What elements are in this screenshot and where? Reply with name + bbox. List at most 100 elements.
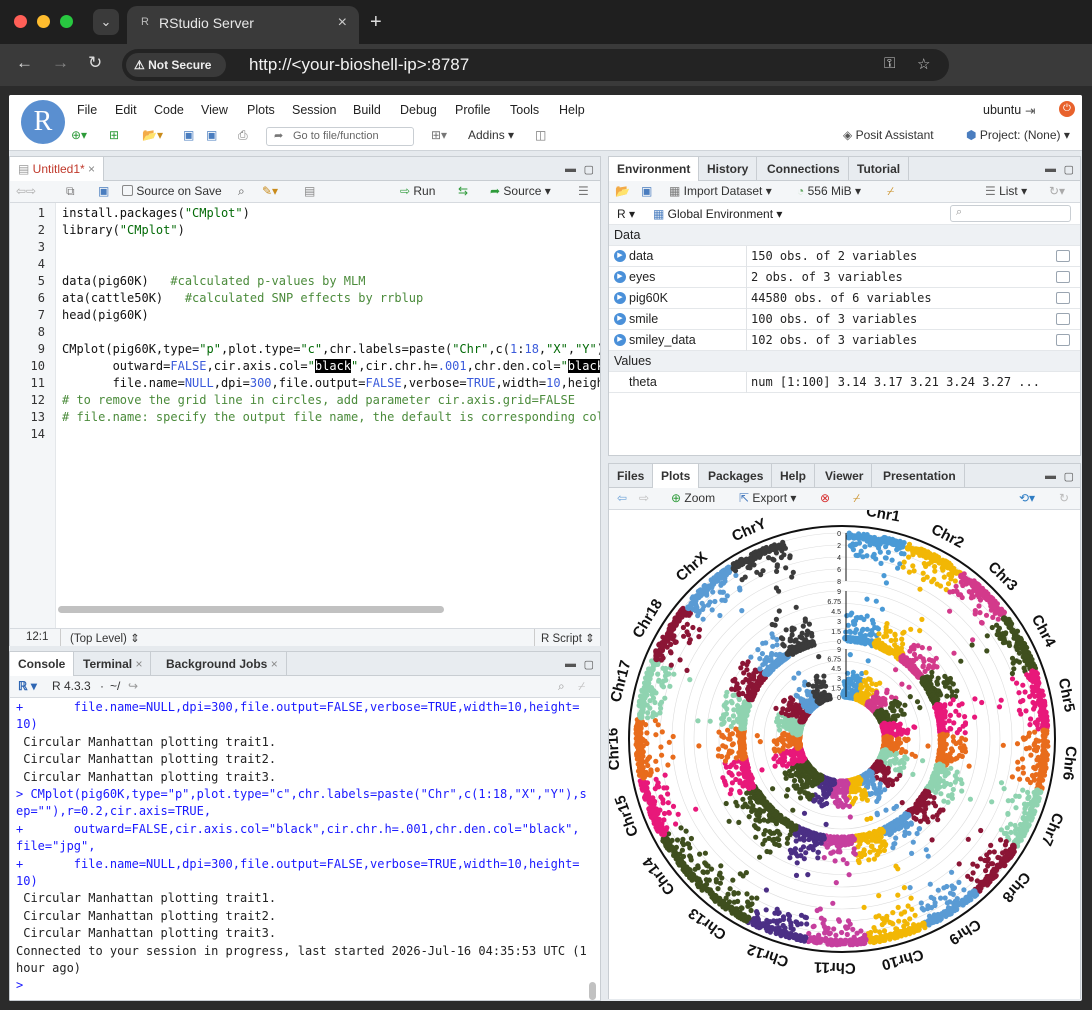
minimize-pane-icon[interactable]: ▬ bbox=[565, 658, 576, 670]
save-icon[interactable]: ▣ bbox=[183, 128, 194, 142]
go-to-dir-icon[interactable]: ↪ bbox=[128, 679, 138, 693]
console-output[interactable]: + file.name=NULL,dpi=300,file.output=FAL… bbox=[10, 698, 600, 1001]
maximize-pane-icon[interactable]: ▢ bbox=[584, 163, 594, 176]
tab-terminal[interactable]: Terminal × bbox=[75, 652, 152, 676]
tab-console[interactable]: Console bbox=[10, 652, 75, 677]
url-text[interactable]: http://<your-bioshell-ip>:8787 bbox=[249, 55, 469, 75]
menu-session[interactable]: Session bbox=[292, 103, 336, 117]
expand-icon[interactable]: ▶ bbox=[614, 334, 626, 346]
next-plot-icon[interactable]: ⇨ bbox=[639, 491, 649, 505]
power-icon[interactable]: ⏻ bbox=[1059, 101, 1075, 117]
close-tab-icon[interactable]: × bbox=[338, 14, 347, 32]
tab-help[interactable]: Help bbox=[772, 464, 816, 488]
maximize-pane-icon[interactable]: ▢ bbox=[1064, 163, 1074, 176]
expand-icon[interactable]: ▶ bbox=[614, 292, 626, 304]
reload-icon[interactable]: ↻ bbox=[88, 53, 102, 73]
language-selector[interactable]: R ▾ bbox=[617, 207, 635, 221]
menu-profile[interactable]: Profile bbox=[455, 103, 490, 117]
forward-arrow-icon[interactable]: → bbox=[52, 53, 69, 73]
browser-tab[interactable]: R RStudio Server × bbox=[127, 6, 359, 44]
scope-selector[interactable]: (Top Level) ⇕ bbox=[70, 631, 140, 645]
broom-icon[interactable]: ⌿ bbox=[578, 679, 585, 694]
checkbox-box[interactable] bbox=[122, 185, 133, 196]
back-arrow-icon[interactable]: ← bbox=[16, 53, 33, 73]
compile-report-icon[interactable]: ▤ bbox=[304, 184, 315, 198]
outline-icon[interactable]: ☰ bbox=[578, 184, 589, 198]
env-data-row[interactable]: ▶ eyes 2 obs. of 3 variables bbox=[609, 267, 1080, 288]
working-directory[interactable]: ~/ bbox=[110, 679, 120, 693]
search-icon[interactable]: ⌕ bbox=[558, 679, 565, 694]
view-table-icon[interactable] bbox=[1056, 271, 1070, 283]
tab-history[interactable]: History bbox=[699, 157, 758, 181]
menu-debug[interactable]: Debug bbox=[400, 103, 437, 117]
tab-environment[interactable]: Environment bbox=[609, 157, 700, 182]
code-line[interactable]: outward=FALSE,cir.axis.col="black",cir.c… bbox=[62, 359, 600, 373]
tab-background-jobs[interactable]: Background Jobs × bbox=[158, 652, 287, 676]
source-on-save-checkbox[interactable]: Source on Save bbox=[122, 184, 222, 198]
view-table-icon[interactable] bbox=[1056, 250, 1070, 262]
menu-tools[interactable]: Tools bbox=[510, 103, 539, 117]
env-data-row[interactable]: ▶ smiley_data 102 obs. of 3 variables bbox=[609, 330, 1080, 351]
show-in-window-icon[interactable]: ⧉ bbox=[66, 184, 75, 199]
project-menu[interactable]: ⬢ Project: (None) ▾ bbox=[966, 128, 1070, 142]
maximize-pane-icon[interactable]: ▢ bbox=[584, 658, 594, 671]
code-area[interactable]: 1 2 3 4 5 6 7 8 9 10 11 12 13 14 install.packages("CM… bbox=[10, 203, 600, 628]
menu-plots[interactable]: Plots bbox=[247, 103, 275, 117]
code-line[interactable]: # to remove the grid line in circles, ad… bbox=[62, 393, 575, 407]
key-icon[interactable]: ⚿ bbox=[884, 55, 895, 72]
code-line[interactable]: file.name=NULL,dpi=300,file.output=FALSE… bbox=[62, 376, 600, 390]
code-line[interactable]: head(pig60K) bbox=[62, 308, 149, 322]
publish-icon[interactable]: ⟲▾ bbox=[1019, 491, 1035, 505]
expand-icon[interactable]: ▶ bbox=[614, 313, 626, 325]
zoom-button[interactable]: ⊕ Zoom bbox=[671, 491, 715, 505]
save-all-icon[interactable]: ▣ bbox=[206, 128, 217, 142]
vertical-scrollbar[interactable] bbox=[589, 982, 596, 1000]
sign-out-icon[interactable]: ⇥ bbox=[1025, 103, 1035, 118]
menu-code[interactable]: Code bbox=[154, 103, 184, 117]
print-icon[interactable]: ⎙ bbox=[238, 128, 248, 143]
environment-search-input[interactable]: ⌕ bbox=[950, 205, 1071, 222]
source-button[interactable]: ➦ Source ▾ bbox=[490, 184, 551, 198]
tab-tutorial[interactable]: Tutorial bbox=[849, 157, 910, 181]
close-tab-icon[interactable]: × bbox=[135, 657, 142, 671]
expand-icon[interactable]: ▶ bbox=[614, 250, 626, 262]
close-tab-icon[interactable]: × bbox=[88, 162, 95, 176]
bookmark-star-icon[interactable]: ☆ bbox=[917, 55, 930, 73]
broom-icon[interactable]: ⌿ bbox=[887, 184, 894, 199]
menu-build[interactable]: Build bbox=[353, 103, 381, 117]
minimize-window-button[interactable] bbox=[37, 15, 50, 28]
code-line[interactable]: # file.name: specify the output file nam… bbox=[62, 410, 600, 424]
minimize-pane-icon[interactable]: ▬ bbox=[1045, 470, 1056, 482]
r-language-icon[interactable]: ℝ ▾ bbox=[18, 679, 37, 693]
open-file-icon[interactable]: 📂▾ bbox=[142, 128, 163, 142]
code-line[interactable]: library("CMplot") bbox=[62, 223, 185, 237]
view-mode-menu[interactable]: ☰ List ▾ bbox=[985, 184, 1027, 198]
tab-connections[interactable]: Connections bbox=[759, 157, 849, 181]
new-tab-icon[interactable]: + bbox=[370, 11, 382, 34]
tab-viewer[interactable]: Viewer bbox=[817, 464, 873, 488]
expand-icon[interactable]: ▶ bbox=[614, 271, 626, 283]
security-badge[interactable]: ⚠ Not Secure bbox=[126, 53, 226, 77]
new-file-icon[interactable]: ⊕▾ bbox=[71, 128, 87, 142]
go-to-file-input[interactable]: ➦ Go to file/function bbox=[266, 127, 414, 146]
env-value-row[interactable]: theta num [1:100] 3.14 3.17 3.21 3.24 3.2… bbox=[609, 372, 1080, 393]
remove-plot-icon[interactable]: ⊗ bbox=[820, 491, 830, 505]
menu-view[interactable]: View bbox=[201, 103, 228, 117]
view-table-icon[interactable] bbox=[1056, 292, 1070, 304]
magic-wand-icon[interactable]: ✎▾ bbox=[262, 184, 278, 198]
env-data-row[interactable]: ▶ data 150 obs. of 2 variables bbox=[609, 246, 1080, 267]
code-line[interactable]: ata(cattle50K) #calculated SNP effects b… bbox=[62, 291, 423, 305]
previous-plot-icon[interactable]: ⇦ bbox=[617, 491, 627, 505]
posit-assistant-button[interactable]: ◈ Posit Assistant bbox=[843, 128, 934, 142]
code-line[interactable]: CMplot(pig60K,type="p",plot.type="c",chr… bbox=[62, 342, 600, 356]
tab-plots[interactable]: Plots bbox=[653, 464, 700, 489]
back-icon[interactable]: ⇦⇨ bbox=[16, 184, 36, 198]
import-dataset-button[interactable]: ▦ Import Dataset ▾ bbox=[669, 184, 772, 198]
environment-selector[interactable]: ▦ Global Environment ▾ bbox=[653, 207, 782, 221]
menu-help[interactable]: Help bbox=[559, 103, 585, 117]
broom-icon[interactable]: ⌿ bbox=[853, 491, 860, 506]
tab-files[interactable]: Files bbox=[609, 464, 654, 488]
view-table-icon[interactable] bbox=[1056, 334, 1070, 346]
search-icon[interactable]: ⌕ bbox=[238, 184, 245, 199]
export-button[interactable]: ⇱ Export ▾ bbox=[739, 491, 796, 505]
